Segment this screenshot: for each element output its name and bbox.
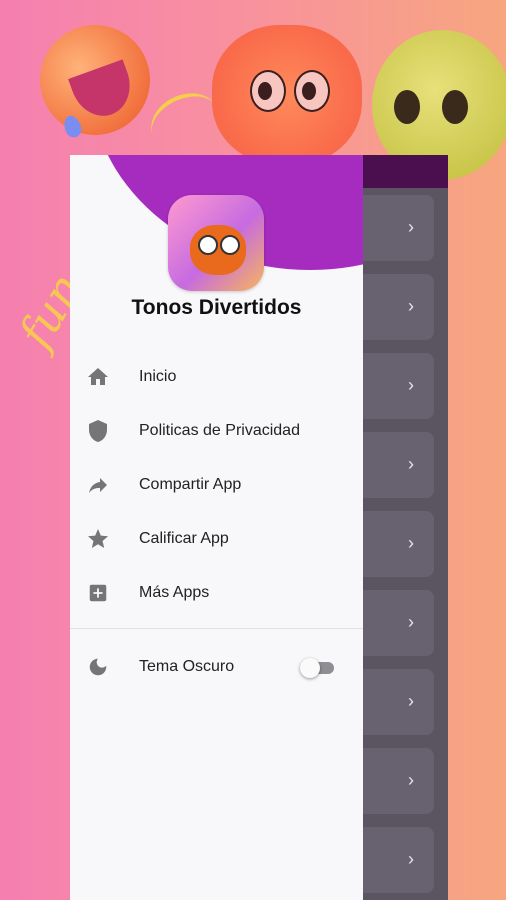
menu-item-label: Inicio (139, 368, 177, 385)
add-box-icon (85, 580, 111, 606)
moon-icon (85, 654, 111, 680)
menu-item-label: Politicas de Privacidad (139, 422, 300, 439)
menu-item-label: Compartir App (139, 476, 242, 493)
shield-icon (85, 418, 111, 444)
chevron-right-icon: › (408, 454, 414, 474)
chevron-right-icon: › (408, 612, 414, 632)
star-icon (85, 526, 111, 552)
drawer-divider (70, 628, 363, 629)
chevron-right-icon: › (408, 296, 414, 316)
share-icon (85, 472, 111, 498)
dark-mode-toggle[interactable] (300, 657, 336, 679)
phone-screen: › › › › › › › › › Tonos Divertidos Inici… (70, 155, 448, 900)
chevron-right-icon: › (408, 533, 414, 553)
monster-decoration (212, 25, 362, 165)
menu-item-label: Más Apps (139, 584, 210, 601)
menu-item-inicio[interactable]: Inicio (70, 353, 363, 401)
menu-item-privacy[interactable]: Politicas de Privacidad (70, 407, 363, 455)
chevron-right-icon: › (408, 375, 414, 395)
chevron-right-icon: › (408, 691, 414, 711)
menu-item-label: Calificar App (139, 530, 229, 547)
menu-item-rate[interactable]: Calificar App (70, 515, 363, 563)
chevron-right-icon: › (408, 217, 414, 237)
app-title: Tonos Divertidos (131, 296, 302, 319)
menu-item-share[interactable]: Compartir App (70, 461, 363, 509)
menu-item-more-apps[interactable]: Más Apps (70, 569, 363, 617)
menu-item-label: Tema Oscuro (139, 658, 235, 675)
home-icon (85, 364, 111, 390)
app-logo (168, 195, 264, 291)
toggle-thumb (300, 658, 320, 678)
navigation-drawer: Tonos Divertidos Inicio Politicas de Pri… (70, 155, 363, 900)
chevron-right-icon: › (408, 849, 414, 869)
laughing-emoji-decoration (24, 9, 166, 151)
chevron-right-icon: › (408, 770, 414, 790)
